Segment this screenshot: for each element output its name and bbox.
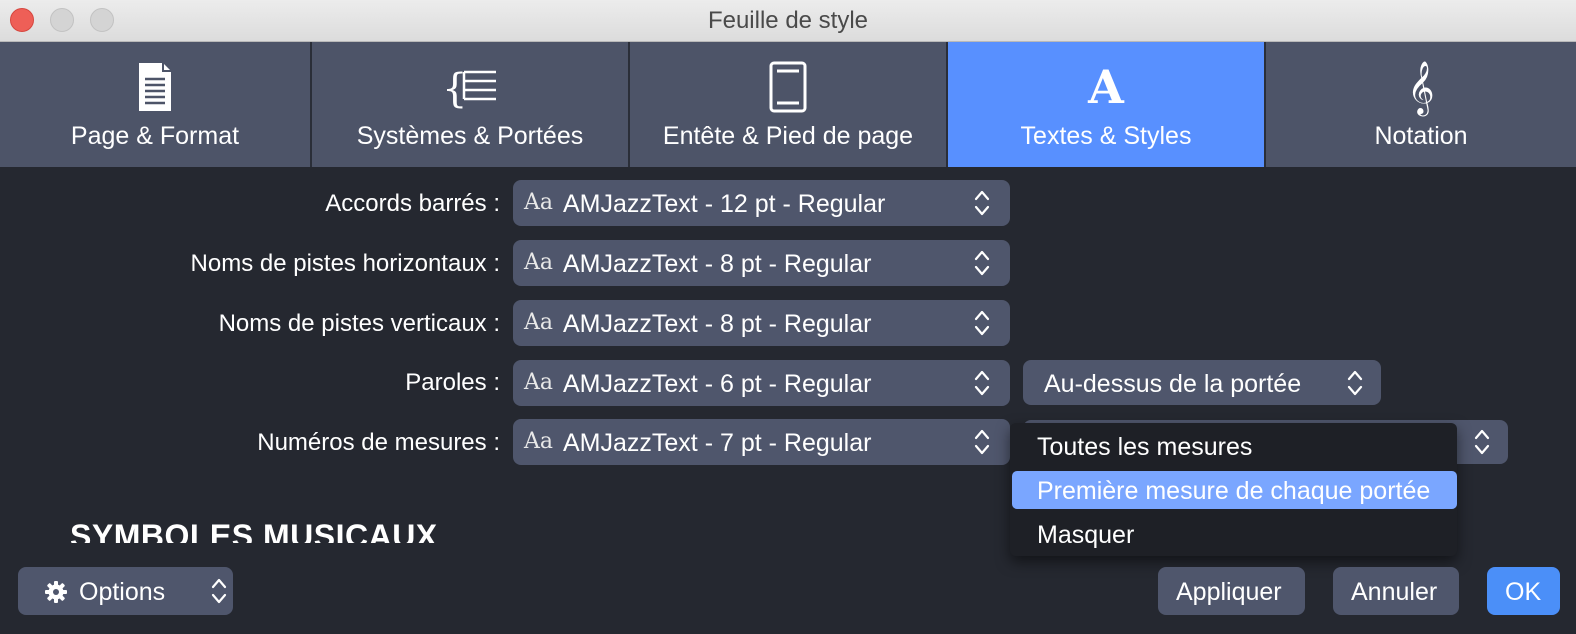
tab-label: Textes & Styles (1020, 122, 1192, 150)
horizontal-track-names-font-select[interactable]: Aa AMJazzText - 8 pt - Regular (513, 240, 1010, 286)
vertical-track-names-font-select[interactable]: Aa AMJazzText - 8 pt - Regular (513, 300, 1010, 346)
label-vertical-track-names: Noms de pistes verticaux : (218, 310, 500, 337)
updown-chevron-icon (211, 578, 227, 604)
label-horizontal-track-names: Noms de pistes horizontaux : (190, 250, 500, 277)
page-icon (0, 60, 310, 114)
ok-button[interactable]: OK (1487, 567, 1560, 615)
options-label: Options (79, 578, 166, 606)
menu-item-hide[interactable]: Masquer (1010, 515, 1457, 553)
menu-item-all-bars[interactable]: Toutes les mesures (1010, 427, 1457, 465)
bar-numbers-font-select[interactable]: Aa AMJazzText - 7 pt - Regular (513, 419, 1010, 465)
section-title: SYMBOLES MUSICAUX (70, 518, 438, 554)
font-value: AMJazzText - 8 pt - Regular (563, 310, 872, 338)
tab-label: Entête & Pied de page (662, 122, 914, 150)
font-preview: Aa (524, 310, 554, 335)
tab-text-styles[interactable]: A Textes & Styles (948, 42, 1266, 167)
treble-clef-icon: 𝄞 (1407, 60, 1435, 114)
lyrics-position-value: Au-dessus de la portée (1044, 370, 1302, 398)
gear-icon (45, 581, 67, 603)
updown-chevron-icon (974, 370, 990, 396)
tab-bar: Page & Format { Systèmes & Portées Entêt… (0, 42, 1576, 167)
label-chord-symbols: Accords barrés : (325, 190, 500, 217)
updown-chevron-icon (1347, 370, 1363, 396)
header-footer-icon (630, 60, 946, 114)
font-value: AMJazzText - 8 pt - Regular (563, 250, 872, 278)
cancel-button[interactable]: Annuler (1333, 567, 1459, 615)
menu-item-first-bar-each-staff[interactable]: Première mesure de chaque portée (1012, 471, 1457, 509)
updown-chevron-icon (974, 429, 990, 455)
text-a-icon: A (1088, 60, 1124, 114)
window-title: Feuille de style (707, 7, 869, 34)
font-preview: Aa (524, 250, 554, 275)
font-preview: Aa (524, 370, 554, 395)
tab-header-footer[interactable]: Entête & Pied de page (630, 42, 948, 167)
tab-notation[interactable]: 𝄞 Notation (1266, 42, 1576, 167)
font-value: AMJazzText - 6 pt - Regular (563, 370, 872, 398)
chord-symbols-font-select[interactable]: Aa AMJazzText - 12 pt - Regular (513, 180, 1010, 226)
bar-numbers-dropdown-menu: Toutes les mesures Première mesure de ch… (1010, 423, 1457, 556)
apply-button[interactable]: Appliquer (1158, 567, 1305, 615)
label-bar-numbers: Numéros de mesures : (257, 429, 500, 456)
tab-label: Notation (1374, 122, 1468, 150)
tab-label: Systèmes & Portées (356, 122, 584, 150)
label-lyrics: Paroles : (405, 369, 500, 396)
font-value: AMJazzText - 7 pt - Regular (563, 429, 872, 457)
lyrics-position-select[interactable]: Au-dessus de la portée (1023, 360, 1381, 405)
options-button[interactable]: Options (18, 567, 233, 615)
updown-chevron-icon (974, 250, 990, 276)
font-preview: Aa (524, 190, 554, 215)
tab-label: Page & Format (70, 122, 240, 150)
updown-chevron-icon (1474, 429, 1490, 455)
updown-chevron-icon (974, 190, 990, 216)
staff-system-icon: { (312, 60, 628, 114)
title-bar: Feuille de style (0, 0, 1576, 42)
font-value: AMJazzText - 12 pt - Regular (563, 190, 886, 218)
tab-page-format[interactable]: Page & Format (0, 42, 312, 167)
tab-systems-staves[interactable]: { Systèmes & Portées (312, 42, 630, 167)
font-preview: Aa (524, 429, 554, 454)
updown-chevron-icon (974, 310, 990, 336)
lyrics-font-select[interactable]: Aa AMJazzText - 6 pt - Regular (513, 360, 1010, 406)
